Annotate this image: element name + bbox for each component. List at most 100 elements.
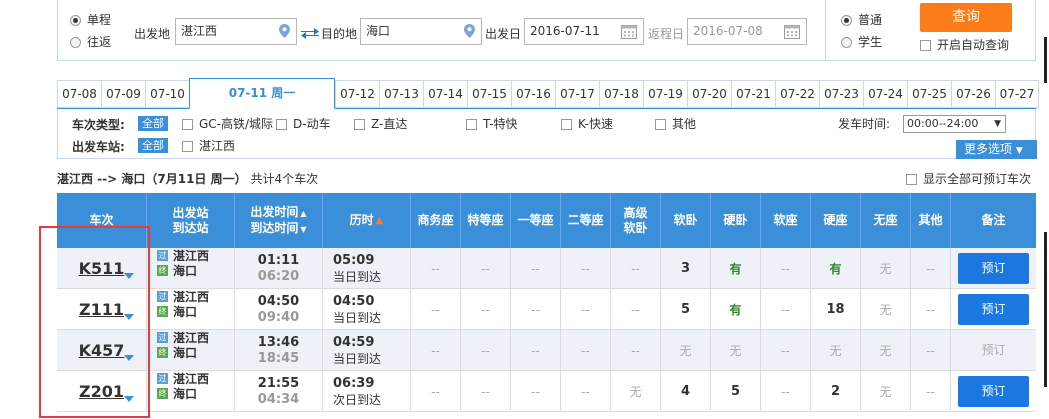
table-header: 车次 出发站 到达站 出发时间 ▲ 到达时间 ▼ 历时 ▲ 商务座 特等座 一等座 二等…: [57, 193, 1036, 248]
type-option-gc[interactable]: GC-高铁/城际: [182, 117, 273, 131]
type-option-t[interactable]: T-特快: [466, 117, 518, 131]
show-all-bookable-option[interactable]: 显示全部可预订车次: [906, 170, 1031, 187]
date-tab[interactable]: 07-09: [101, 80, 145, 108]
checkbox-icon[interactable]: [906, 174, 917, 185]
date-tab[interactable]: 07-27: [995, 80, 1039, 108]
date-tab[interactable]: 07-24: [863, 80, 907, 108]
date-tab[interactable]: 07-17: [555, 80, 599, 108]
times-cell: 21:55 04:34: [235, 371, 323, 412]
checkbox-icon[interactable]: [182, 119, 193, 130]
date-tab[interactable]: 07-23: [819, 80, 863, 108]
header-duration[interactable]: 历时 ▲: [323, 193, 411, 248]
swap-stations-icon[interactable]: [301, 27, 319, 39]
seat-availability: --: [581, 302, 590, 317]
ptype-student-option[interactable]: 学生: [841, 32, 882, 54]
type-option-z[interactable]: Z-直达: [354, 117, 407, 131]
radio-icon[interactable]: [841, 37, 852, 48]
date-tab[interactable]: 07-15: [467, 80, 511, 108]
seat-no-seat-cell: 无: [861, 289, 911, 330]
radio-checked-icon[interactable]: [70, 15, 81, 26]
sort-up-icon[interactable]: ▲: [376, 213, 384, 228]
date-tab-active[interactable]: 07-11 周一: [189, 78, 335, 109]
calendar-icon[interactable]: [784, 24, 800, 39]
note-cell: 预订: [951, 330, 1036, 371]
seat-hard-sleeper-cell: 5: [711, 371, 761, 412]
calendar-icon[interactable]: [621, 24, 637, 39]
seat-availability: 无: [629, 385, 642, 399]
seat-soft-sleeper-cell: 4: [661, 371, 711, 412]
times-cell: 04:50 09:40: [235, 289, 323, 330]
date-tab[interactable]: 07-16: [511, 80, 555, 108]
checkbox-icon[interactable]: [655, 119, 666, 130]
date-tab[interactable]: 07-22: [775, 80, 819, 108]
type-option-k[interactable]: K-快速: [561, 117, 613, 131]
from-station-input[interactable]: 湛江西: [175, 18, 297, 45]
date-tab[interactable]: 07-21: [731, 80, 775, 108]
sort-down-icon[interactable]: ▼: [300, 225, 306, 234]
seat-availability: --: [926, 302, 935, 317]
date-tab[interactable]: 07-10: [145, 80, 189, 108]
checkbox-icon[interactable]: [466, 119, 477, 130]
depart-time-select[interactable]: 00:00--24:00 ▼: [903, 115, 1006, 133]
date-tab[interactable]: 07-18: [599, 80, 643, 108]
radio-icon[interactable]: [70, 37, 81, 48]
type-option-other[interactable]: 其他: [655, 117, 696, 131]
more-options-button[interactable]: 更多选项 ▼: [956, 140, 1037, 159]
station-option[interactable]: 湛江西: [182, 139, 235, 153]
seat-availability: 无: [679, 344, 692, 358]
end-station-icon: 终: [157, 347, 168, 358]
date-tab[interactable]: 07-26: [951, 80, 995, 108]
date-tab[interactable]: 07-25: [907, 80, 951, 108]
seat-second-cell: --: [561, 248, 611, 289]
pass-station-icon: 过: [157, 250, 168, 261]
seat-other-cell: --: [911, 330, 951, 371]
depart-time: 13:46: [257, 334, 300, 350]
location-pin-icon[interactable]: [279, 24, 290, 38]
date-tab[interactable]: 07-08: [57, 80, 101, 108]
checkbox-icon[interactable]: [354, 119, 365, 130]
checkbox-icon[interactable]: [276, 119, 287, 130]
auto-query-option[interactable]: 开启自动查询: [920, 37, 1009, 53]
train-type-all-button[interactable]: 全部: [138, 116, 168, 131]
type-option-d[interactable]: D-动车: [276, 117, 331, 131]
date-tab[interactable]: 07-12: [335, 80, 379, 108]
seat-availability: --: [481, 302, 490, 317]
location-pin-icon[interactable]: [464, 24, 475, 38]
radio-checked-icon[interactable]: [841, 15, 852, 26]
return-date-input[interactable]: 2016-07-08: [687, 18, 807, 45]
book-button[interactable]: 预订: [958, 376, 1029, 407]
book-button[interactable]: 预订: [958, 294, 1029, 325]
chevron-down-icon: ▼: [1015, 146, 1023, 156]
scrollbar[interactable]: [1040, 0, 1049, 419]
date-tab[interactable]: 07-19: [643, 80, 687, 108]
header-times[interactable]: 出发时间 ▲ 到达时间 ▼: [235, 193, 323, 248]
date-tab[interactable]: 07-20: [687, 80, 731, 108]
trip-round-option[interactable]: 往返: [70, 32, 111, 54]
depart-date-input[interactable]: 2016-07-11: [524, 18, 644, 45]
to-station-input[interactable]: 海口: [360, 18, 482, 45]
station-all-button[interactable]: 全部: [138, 138, 168, 153]
seat-soft-sleeper-cell: 5: [661, 289, 711, 330]
header-hard-seat: 硬座: [811, 193, 861, 248]
to-station: 海口: [173, 305, 198, 319]
table-row: K457 过湛江西终海口 13:46 18:45 04:59 当日到达 -- -- -- -- --…: [57, 330, 1036, 371]
table-row: Z111 过湛江西终海口 04:50 09:40 04:50 当日到达 -- -- -- -- --…: [57, 289, 1036, 330]
checkbox-icon[interactable]: [561, 119, 572, 130]
checkbox-icon[interactable]: [920, 40, 931, 51]
header-soft-sleeper: 软卧: [661, 193, 711, 248]
sort-up-icon[interactable]: ▲: [300, 209, 306, 218]
duration: 04:50: [333, 293, 375, 309]
checkbox-icon[interactable]: [182, 141, 193, 152]
date-tab[interactable]: 07-13: [379, 80, 423, 108]
date-tab[interactable]: 07-14: [423, 80, 467, 108]
ptype-normal-option[interactable]: 普通: [841, 10, 882, 32]
ticket-query-page: 单程 往返 出发地 湛江西 目的地 海口 出发日 2016-07-11 返程日 …: [0, 0, 1049, 419]
arrive-time: 18:45: [257, 350, 300, 366]
trip-oneway-option[interactable]: 单程: [70, 10, 111, 32]
seat-other-cell: --: [911, 248, 951, 289]
query-button[interactable]: 查询: [920, 3, 1012, 32]
seat-adv-soft-cell: --: [611, 330, 661, 371]
book-button[interactable]: 预订: [958, 253, 1029, 284]
end-station-icon: 终: [157, 306, 168, 317]
seat-business-cell: --: [411, 330, 461, 371]
